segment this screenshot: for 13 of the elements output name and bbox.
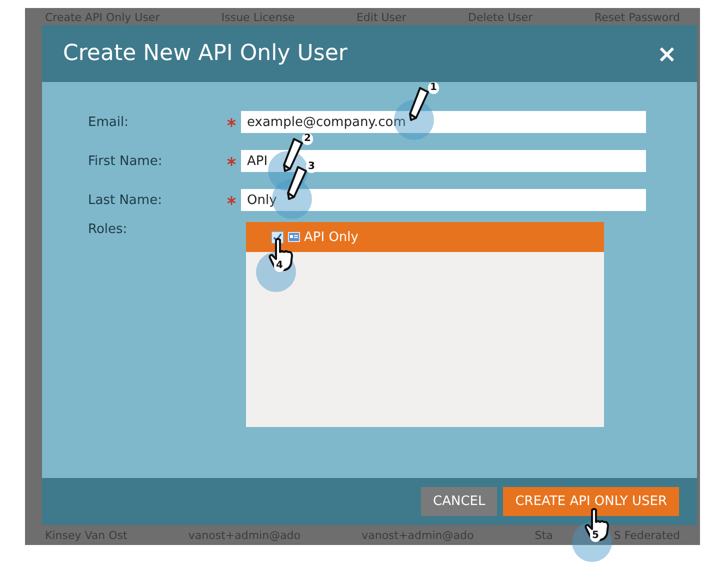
pencil-icon — [284, 165, 308, 201]
field-label: First Name: — [88, 154, 164, 168]
field-label: Last Name: — [88, 192, 163, 208]
cancel-button[interactable]: CANCEL — [421, 487, 498, 516]
field-label: Roles: — [88, 222, 128, 237]
role-icon — [288, 231, 300, 243]
pencil-icon — [406, 86, 430, 122]
create-button[interactable]: CREATE API ONLY USER — [503, 487, 679, 516]
dialog-title: Create New API Only User — [63, 41, 348, 66]
close-button[interactable]: × — [650, 40, 683, 68]
pencil-icon — [280, 137, 304, 173]
role-item[interactable]: API Only — [246, 222, 604, 252]
field-label: Email: — [88, 114, 130, 130]
